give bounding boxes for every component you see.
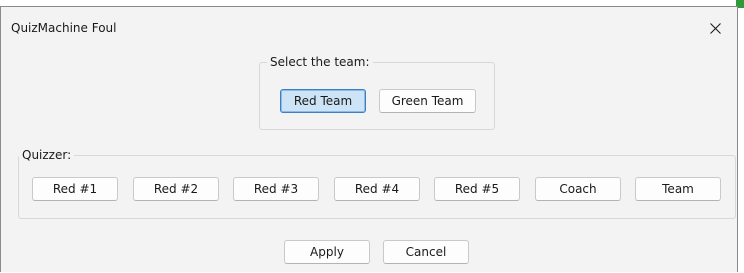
red-team-button[interactable]: Red Team [280, 89, 366, 113]
cancel-button[interactable]: Cancel [383, 240, 469, 264]
close-icon [709, 22, 721, 34]
quizzer-team-button[interactable]: Team [635, 177, 721, 201]
quizzer-red-5-button[interactable]: Red #5 [434, 177, 520, 201]
quizzer-red-2-button[interactable]: Red #2 [133, 177, 219, 201]
quizzer-coach-button[interactable]: Coach [535, 177, 621, 201]
apply-button[interactable]: Apply [284, 240, 370, 264]
green-team-button[interactable]: Green Team [379, 89, 476, 113]
window-title: QuizMachine Foul [11, 21, 117, 35]
quizzer-red-1-button[interactable]: Red #1 [32, 177, 118, 201]
quizzer-red-3-button[interactable]: Red #3 [233, 177, 319, 201]
quizzer-group-label: Quizzer: [19, 148, 75, 162]
title-bar[interactable]: QuizMachine Foul [1, 7, 737, 43]
team-group-label: Select the team: [267, 55, 373, 69]
dialog-window: QuizMachine Foul Select the team: Red Te… [0, 6, 738, 272]
screen: QuizMachine Foul Select the team: Red Te… [0, 0, 744, 273]
close-button[interactable] [693, 13, 737, 43]
quizzer-red-4-button[interactable]: Red #4 [334, 177, 420, 201]
